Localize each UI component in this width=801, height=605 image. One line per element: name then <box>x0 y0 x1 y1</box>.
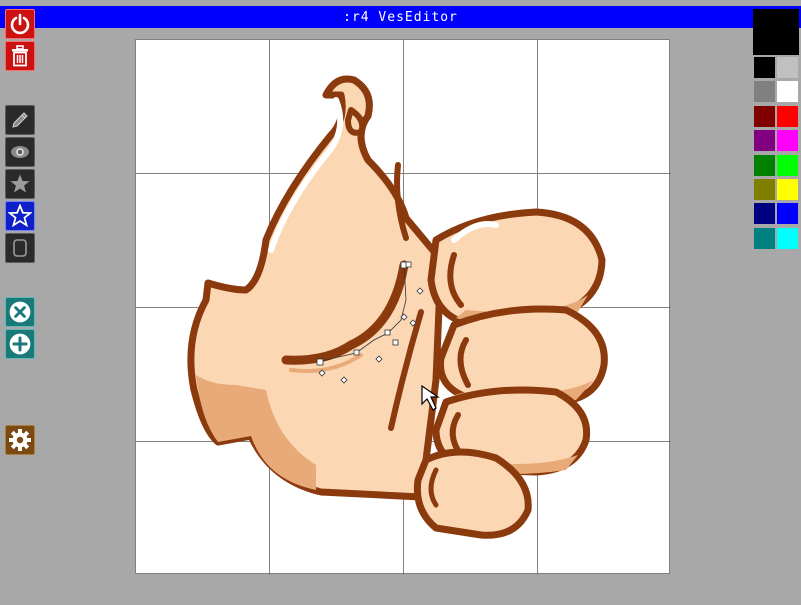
color-swatch[interactable] <box>776 129 799 153</box>
rounded-rect-icon <box>13 239 27 257</box>
star-outline-icon <box>8 204 32 228</box>
color-swatch[interactable] <box>776 226 799 250</box>
color-swatch[interactable] <box>753 80 776 104</box>
pencil-tool-button[interactable] <box>5 105 35 135</box>
color-swatch[interactable] <box>753 202 776 226</box>
color-swatch[interactable] <box>776 80 799 104</box>
color-swatch[interactable] <box>776 178 799 201</box>
plus-circle-icon <box>9 333 31 355</box>
remove-point-button[interactable] <box>5 297 35 327</box>
power-icon <box>10 13 30 35</box>
window-title: :r4 VesEditor <box>343 9 458 25</box>
color-swatch[interactable] <box>753 226 776 250</box>
color-swatch[interactable] <box>753 129 776 153</box>
power-button[interactable] <box>5 9 35 39</box>
delete-button[interactable] <box>5 41 35 71</box>
color-swatch[interactable] <box>753 104 776 128</box>
add-point-button[interactable] <box>5 329 35 359</box>
close-circle-icon <box>9 301 31 323</box>
color-swatch[interactable] <box>753 178 776 201</box>
color-swatch[interactable] <box>753 153 776 177</box>
trash-icon <box>12 45 28 67</box>
view-tool-button[interactable] <box>5 137 35 167</box>
filled-star-tool-button[interactable] <box>5 169 35 199</box>
star-outline-tool-button[interactable] <box>5 201 35 231</box>
color-swatch[interactable] <box>753 56 776 79</box>
drawing-canvas[interactable] <box>135 39 671 575</box>
rect-tool-button[interactable] <box>5 233 35 263</box>
thumbs-up-drawing[interactable] <box>187 75 608 539</box>
color-swatch[interactable] <box>776 202 799 226</box>
settings-button[interactable] <box>5 425 35 455</box>
star-filled-icon <box>10 174 30 193</box>
color-swatch[interactable] <box>776 56 799 79</box>
gear-icon <box>9 429 31 451</box>
color-swatch[interactable] <box>776 104 799 128</box>
pencil-icon <box>12 112 28 128</box>
current-color-swatch <box>753 9 799 55</box>
title-bar: :r4 VesEditor <box>0 6 801 28</box>
eye-icon <box>11 146 29 158</box>
color-swatch[interactable] <box>776 153 799 177</box>
